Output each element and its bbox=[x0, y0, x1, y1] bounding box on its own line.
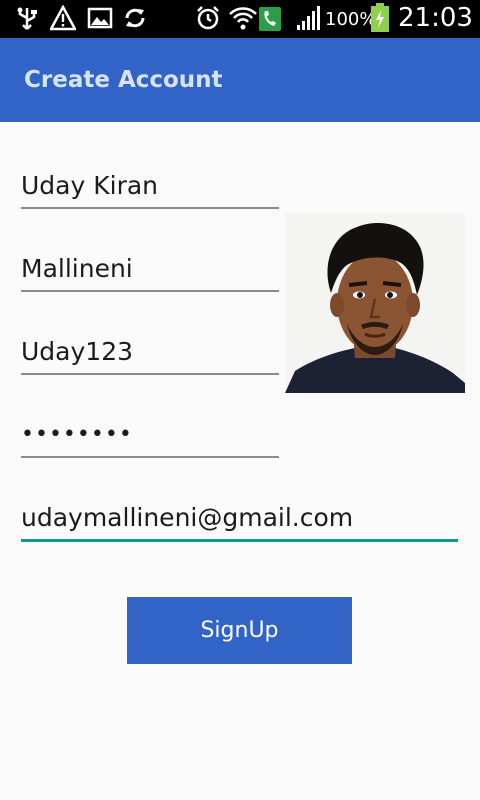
battery-charging-icon bbox=[371, 3, 389, 32]
username-value: Uday123 bbox=[21, 337, 133, 366]
warning-icon bbox=[50, 5, 76, 31]
app-bar: Create Account bbox=[0, 38, 480, 122]
alarm-icon bbox=[197, 6, 219, 30]
wifi-icon bbox=[229, 7, 257, 30]
phone-icon bbox=[259, 7, 281, 31]
email-value: udaymallineni@gmail.com bbox=[21, 503, 354, 532]
first-name-field[interactable]: Uday Kiran bbox=[21, 167, 279, 209]
signup-button[interactable]: SignUp bbox=[127, 597, 352, 664]
password-field[interactable]: •••••••• bbox=[21, 416, 279, 458]
profile-photo-image bbox=[285, 213, 465, 393]
profile-photo[interactable] bbox=[285, 213, 465, 393]
signal-icon bbox=[297, 6, 320, 30]
first-name-value: Uday Kiran bbox=[21, 171, 159, 200]
last-name-field[interactable]: Mallineni bbox=[21, 250, 279, 292]
email-field[interactable]: udaymallineni@gmail.com bbox=[21, 499, 458, 542]
battery-percentage: 100% bbox=[325, 9, 377, 30]
status-bar: 100% 21:03 bbox=[0, 0, 480, 38]
usb-icon bbox=[17, 7, 37, 30]
sync-icon bbox=[125, 8, 145, 28]
clock: 21:03 bbox=[398, 3, 473, 33]
last-name-value: Mallineni bbox=[21, 254, 133, 283]
username-field[interactable]: Uday123 bbox=[21, 333, 279, 375]
image-icon bbox=[87, 7, 113, 29]
password-value: •••••••• bbox=[21, 422, 133, 447]
page-title: Create Account bbox=[24, 67, 223, 93]
